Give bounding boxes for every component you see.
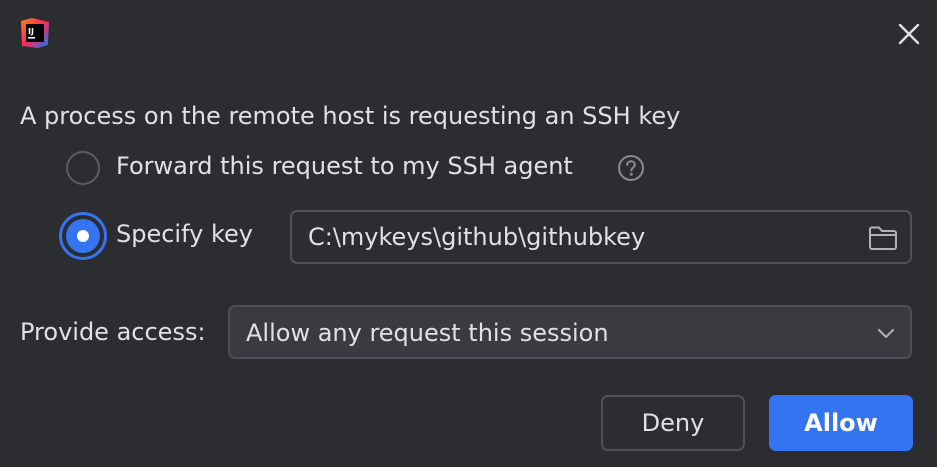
- app-icon-letters: IJ: [28, 27, 34, 36]
- forward-agent-radio[interactable]: [66, 151, 100, 185]
- ssh-key-request-dialog: IJ A process on the remote host is reque…: [0, 0, 937, 467]
- key-path-value[interactable]: C:\mykeys\github\githubkey: [308, 223, 645, 251]
- provide-access-dropdown[interactable]: Allow any request this session: [228, 305, 912, 359]
- deny-button[interactable]: Deny: [601, 395, 745, 451]
- dialog-message: A process on the remote host is requesti…: [20, 102, 681, 130]
- key-path-field[interactable]: C:\mykeys\github\githubkey: [290, 210, 912, 264]
- chevron-down-icon: [878, 329, 894, 338]
- intellij-idea-logo-icon: IJ: [21, 18, 49, 48]
- radio-dot: [77, 230, 89, 242]
- provide-access-label: Provide access:: [20, 318, 206, 346]
- close-icon[interactable]: [892, 17, 926, 51]
- specify-key-radio[interactable]: [59, 212, 107, 260]
- forward-agent-label[interactable]: Forward this request to my SSH agent: [116, 152, 573, 180]
- folder-icon[interactable]: [868, 225, 898, 251]
- help-icon[interactable]: [617, 154, 645, 182]
- radio-fill: [66, 219, 100, 253]
- specify-key-label[interactable]: Specify key: [116, 220, 253, 248]
- provide-access-selected: Allow any request this session: [246, 319, 609, 347]
- allow-button[interactable]: Allow: [769, 395, 913, 451]
